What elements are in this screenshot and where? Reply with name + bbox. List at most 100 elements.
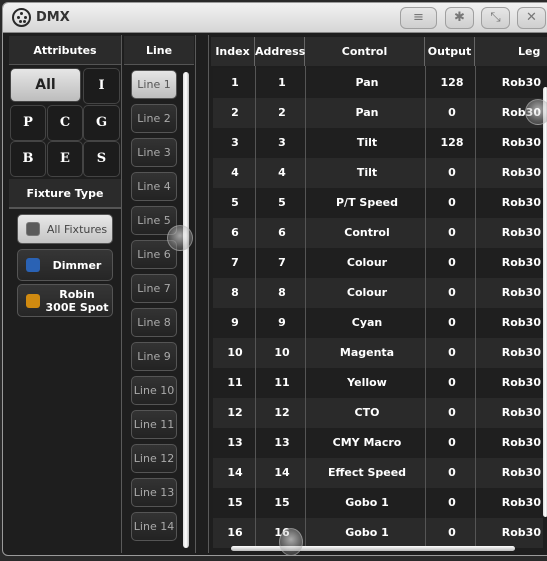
attribute-p-button[interactable]: P (10, 105, 46, 141)
cell-address: 2 (278, 106, 286, 119)
column-header-control[interactable]: Control (305, 37, 425, 66)
cell-control: Yellow (347, 376, 387, 389)
table-row[interactable]: 7 7 Colour 0 Rob30 (213, 248, 543, 278)
line-button[interactable]: Line 9 (131, 342, 177, 371)
cell-control: Control (344, 226, 390, 239)
table-row[interactable]: 12 12 CTO 0 Rob30 (213, 398, 543, 428)
table-row[interactable]: 1 1 Pan 128 Rob30 (213, 68, 543, 98)
title-bar: DMX ≡ ✱ ⤡ ✕ (3, 3, 547, 33)
column-header-legend[interactable]: Leg (475, 37, 547, 66)
column-header-address[interactable]: Address (255, 37, 305, 66)
cell-legend: Rob30 (501, 226, 541, 239)
cell-index: 10 (227, 346, 243, 359)
cell-control: Tilt (356, 166, 378, 179)
menu-button[interactable]: ≡ (400, 7, 437, 29)
cell-address: 6 (278, 226, 286, 239)
line-button[interactable]: Line 10 (131, 376, 177, 405)
cell-index: 5 (231, 196, 239, 209)
cell-index: 6 (231, 226, 239, 239)
cell-control: Gobo 1 (345, 526, 389, 539)
table-horizontal-scroll-handle[interactable] (279, 528, 303, 555)
cell-address: 11 (274, 376, 290, 389)
cell-index: 11 (227, 376, 243, 389)
resize-button[interactable]: ⤡ (481, 7, 510, 29)
cell-output: 0 (448, 376, 456, 389)
table-row[interactable]: 2 2 Pan 0 Rob30 (213, 98, 543, 128)
table-row[interactable]: 4 4 Tilt 0 Rob30 (213, 158, 543, 188)
table-row[interactable]: 11 11 Yellow 0 Rob30 (213, 368, 543, 398)
column-header-output[interactable]: Output (425, 37, 475, 66)
line-scrollbar[interactable] (183, 72, 189, 548)
column-divider (425, 66, 426, 546)
table-row[interactable]: 13 13 CMY Macro 0 Rob30 (213, 428, 543, 458)
fixture-robin-300e-spot-button[interactable]: Robin 300E Spot (17, 284, 113, 317)
cell-control: Pan (355, 106, 379, 119)
line-button[interactable]: Line 12 (131, 444, 177, 473)
divider (121, 35, 122, 553)
attribute-e-button[interactable]: E (47, 141, 83, 177)
close-button[interactable]: ✕ (517, 7, 546, 29)
menu-icon: ≡ (413, 10, 424, 25)
line-button[interactable]: Line 8 (131, 308, 177, 337)
cell-address: 14 (274, 466, 290, 479)
cell-address: 9 (278, 316, 286, 329)
line-button[interactable]: Line 2 (131, 104, 177, 133)
table-row[interactable]: 5 5 P/T Speed 0 Rob30 (213, 188, 543, 218)
cell-legend: Rob30 (501, 136, 541, 149)
settings-button[interactable]: ✱ (445, 7, 474, 29)
fixture-label: Dimmer (52, 259, 102, 272)
table-row[interactable]: 15 15 Gobo 1 0 Rob30 (213, 488, 543, 518)
table-vertical-scrollbar[interactable] (543, 87, 547, 517)
table-row[interactable]: 10 10 Magenta 0 Rob30 (213, 338, 543, 368)
cell-output: 0 (448, 316, 456, 329)
line-button[interactable]: Line 11 (131, 410, 177, 439)
table-vertical-scroll-handle[interactable] (525, 99, 547, 125)
attribute-all-button[interactable]: All (10, 68, 81, 102)
cell-index: 14 (227, 466, 243, 479)
line-button[interactable]: Line 7 (131, 274, 177, 303)
table-row[interactable]: 14 14 Effect Speed 0 Rob30 (213, 458, 543, 488)
cell-address: 12 (274, 406, 290, 419)
attribute-s-button[interactable]: S (83, 141, 120, 177)
fixture-dimmer-button[interactable]: Dimmer (17, 249, 113, 281)
line-button[interactable]: Line 13 (131, 478, 177, 507)
cell-legend: Rob30 (501, 76, 541, 89)
cell-output: 128 (440, 136, 464, 149)
cell-output: 0 (448, 256, 456, 269)
cell-control: Colour (346, 256, 388, 269)
cell-legend: Rob30 (501, 466, 541, 479)
line-button[interactable]: Line 14 (131, 512, 177, 541)
line-button[interactable]: Line 4 (131, 172, 177, 201)
cell-legend: Rob30 (501, 406, 541, 419)
table-row[interactable]: 3 3 Tilt 128 Rob30 (213, 128, 543, 158)
line-button[interactable]: Line 3 (131, 138, 177, 167)
dmx-connector-icon (12, 8, 31, 27)
table-row[interactable]: 6 6 Control 0 Rob30 (213, 218, 543, 248)
attribute-c-button[interactable]: C (47, 105, 83, 141)
cell-control: Gobo 1 (345, 496, 389, 509)
cell-output: 0 (448, 406, 456, 419)
attribute-g-button[interactable]: G (83, 105, 120, 141)
cell-control: Pan (355, 76, 379, 89)
table-horizontal-scrollbar[interactable] (231, 546, 515, 551)
cell-address: 3 (278, 136, 286, 149)
cell-address: 1 (278, 76, 286, 89)
cell-index: 1 (231, 76, 239, 89)
close-icon: ✕ (526, 10, 537, 25)
line-button[interactable]: Line 1 (131, 70, 177, 99)
fixture-all-fixtures-button[interactable]: All Fixtures (17, 214, 113, 244)
cell-address: 5 (278, 196, 286, 209)
cell-index: 16 (227, 526, 243, 539)
table-row[interactable]: 1616Gobo 10Rob30 (213, 518, 543, 548)
attribute-i-button[interactable]: I (83, 68, 120, 104)
table-row[interactable]: 8 8 Colour 0 Rob30 (213, 278, 543, 308)
column-divider (255, 66, 256, 546)
cell-legend: Rob30 (501, 376, 541, 389)
column-header-index[interactable]: Index (211, 37, 255, 66)
dmx-window: DMX ≡ ✱ ⤡ ✕ Attributes All I P C G B E S… (2, 2, 547, 556)
cell-output: 0 (448, 436, 456, 449)
attribute-b-button[interactable]: B (10, 141, 46, 177)
table-row[interactable]: 9 9 Cyan 0 Rob30 (213, 308, 543, 338)
column-divider (305, 66, 306, 546)
line-scroll-handle[interactable] (167, 225, 193, 251)
